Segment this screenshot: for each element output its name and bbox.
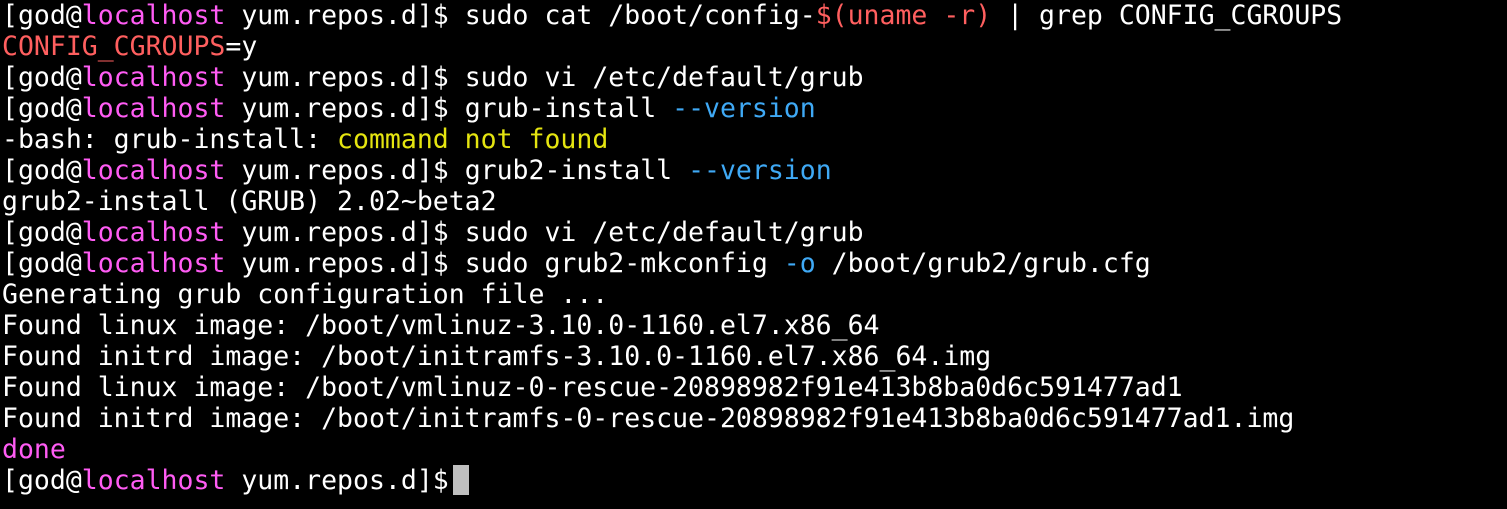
prompt-hostname: localhost	[81, 465, 226, 496]
terminal-text: yum.repos.d]$ sudo cat /boot/config-	[225, 0, 816, 31]
command-line: [god@localhost yum.repos.d]$ sudo vi /et…	[2, 62, 1507, 93]
terminal-text: Found initrd image: /boot/initramfs-0-re…	[2, 403, 1295, 434]
terminal-text: grub2-install (GRUB) 2.02~beta2	[2, 186, 497, 217]
output-line: Found linux image: /boot/vmlinuz-3.10.0-…	[2, 310, 1507, 341]
prompt-hostname: localhost	[81, 93, 226, 124]
output-line: done	[2, 434, 1507, 465]
terminal-text: command not found	[337, 124, 609, 155]
terminal-text: --version	[688, 155, 832, 186]
terminal-text: yum.repos.d]$ grub-install	[225, 93, 673, 124]
terminal-text: yum.repos.d]$ sudo grub2-mkconfig	[225, 248, 784, 279]
prompt-hostname: localhost	[81, 0, 226, 31]
terminal-text: | grep CONFIG_CGROUPS	[991, 0, 1343, 31]
terminal-text: Found linux image: /boot/vmlinuz-0-rescu…	[2, 372, 1183, 403]
output-line: -bash: grub-install: command not found	[2, 124, 1507, 155]
terminal-text: [god@	[2, 93, 82, 124]
terminal-text: yum.repos.d]$ grub2-install	[225, 155, 689, 186]
terminal-text: /boot/grub2/grub.cfg	[815, 248, 1151, 279]
terminal-text: [god@	[2, 248, 82, 279]
command-line: [god@localhost yum.repos.d]$ grub2-insta…	[2, 155, 1507, 186]
terminal-text: --version	[672, 93, 816, 124]
terminal-text: [god@	[2, 465, 82, 496]
output-line: CONFIG_CGROUPS=y	[2, 31, 1507, 62]
terminal-text: yum.repos.d]$ sudo vi /etc/default/grub	[225, 217, 864, 248]
command-line: [god@localhost yum.repos.d]$ grub-instal…	[2, 93, 1507, 124]
terminal-text: [god@	[2, 0, 82, 31]
prompt-hostname: localhost	[81, 217, 226, 248]
terminal-text: Generating grub configuration file ...	[2, 279, 609, 310]
terminal-text: $(uname -r)	[815, 0, 992, 31]
terminal-text: -bash: grub-install:	[2, 124, 338, 155]
terminal-window[interactable]: [god@localhost yum.repos.d]$ sudo cat /b…	[0, 0, 1507, 509]
terminal-text: -o	[783, 248, 816, 279]
prompt-hostname: localhost	[81, 155, 226, 186]
prompt-hostname: localhost	[81, 62, 226, 93]
terminal-text: yum.repos.d]$	[225, 465, 449, 496]
output-line: grub2-install (GRUB) 2.02~beta2	[2, 186, 1507, 217]
command-line: [god@localhost yum.repos.d]$ sudo cat /b…	[2, 0, 1507, 31]
terminal-text: [god@	[2, 62, 82, 93]
output-line: Found linux image: /boot/vmlinuz-0-rescu…	[2, 372, 1507, 403]
terminal-text: =y	[225, 31, 258, 62]
terminal-text: [god@	[2, 155, 82, 186]
prompt-hostname: localhost	[81, 248, 226, 279]
output-line: Found initrd image: /boot/initramfs-3.10…	[2, 341, 1507, 372]
terminal-text: Found initrd image: /boot/initramfs-3.10…	[2, 341, 992, 372]
terminal-text: CONFIG_CGROUPS	[2, 31, 226, 62]
cursor-block[interactable]	[452, 465, 469, 495]
terminal-text: [god@	[2, 217, 82, 248]
command-line: [god@localhost yum.repos.d]$ sudo vi /et…	[2, 217, 1507, 248]
output-line: Found initrd image: /boot/initramfs-0-re…	[2, 403, 1507, 434]
active-prompt-line: [god@localhost yum.repos.d]$	[2, 465, 1507, 496]
terminal-text: yum.repos.d]$ sudo vi /etc/default/grub	[225, 62, 864, 93]
terminal-text: Found linux image: /boot/vmlinuz-3.10.0-…	[2, 310, 880, 341]
command-line: [god@localhost yum.repos.d]$ sudo grub2-…	[2, 248, 1507, 279]
terminal-text: done	[2, 434, 66, 465]
output-line: Generating grub configuration file ...	[2, 279, 1507, 310]
